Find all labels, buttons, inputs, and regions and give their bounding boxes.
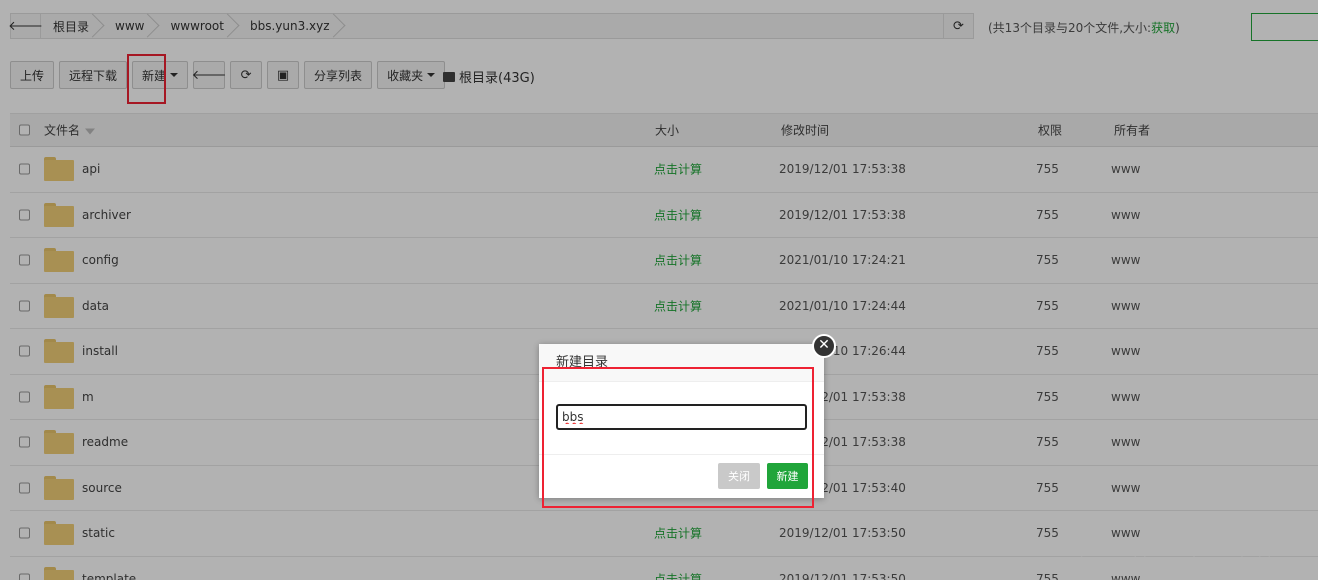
highlight-box-dialog <box>542 367 814 508</box>
close-icon[interactable]: ✕ <box>812 334 836 358</box>
